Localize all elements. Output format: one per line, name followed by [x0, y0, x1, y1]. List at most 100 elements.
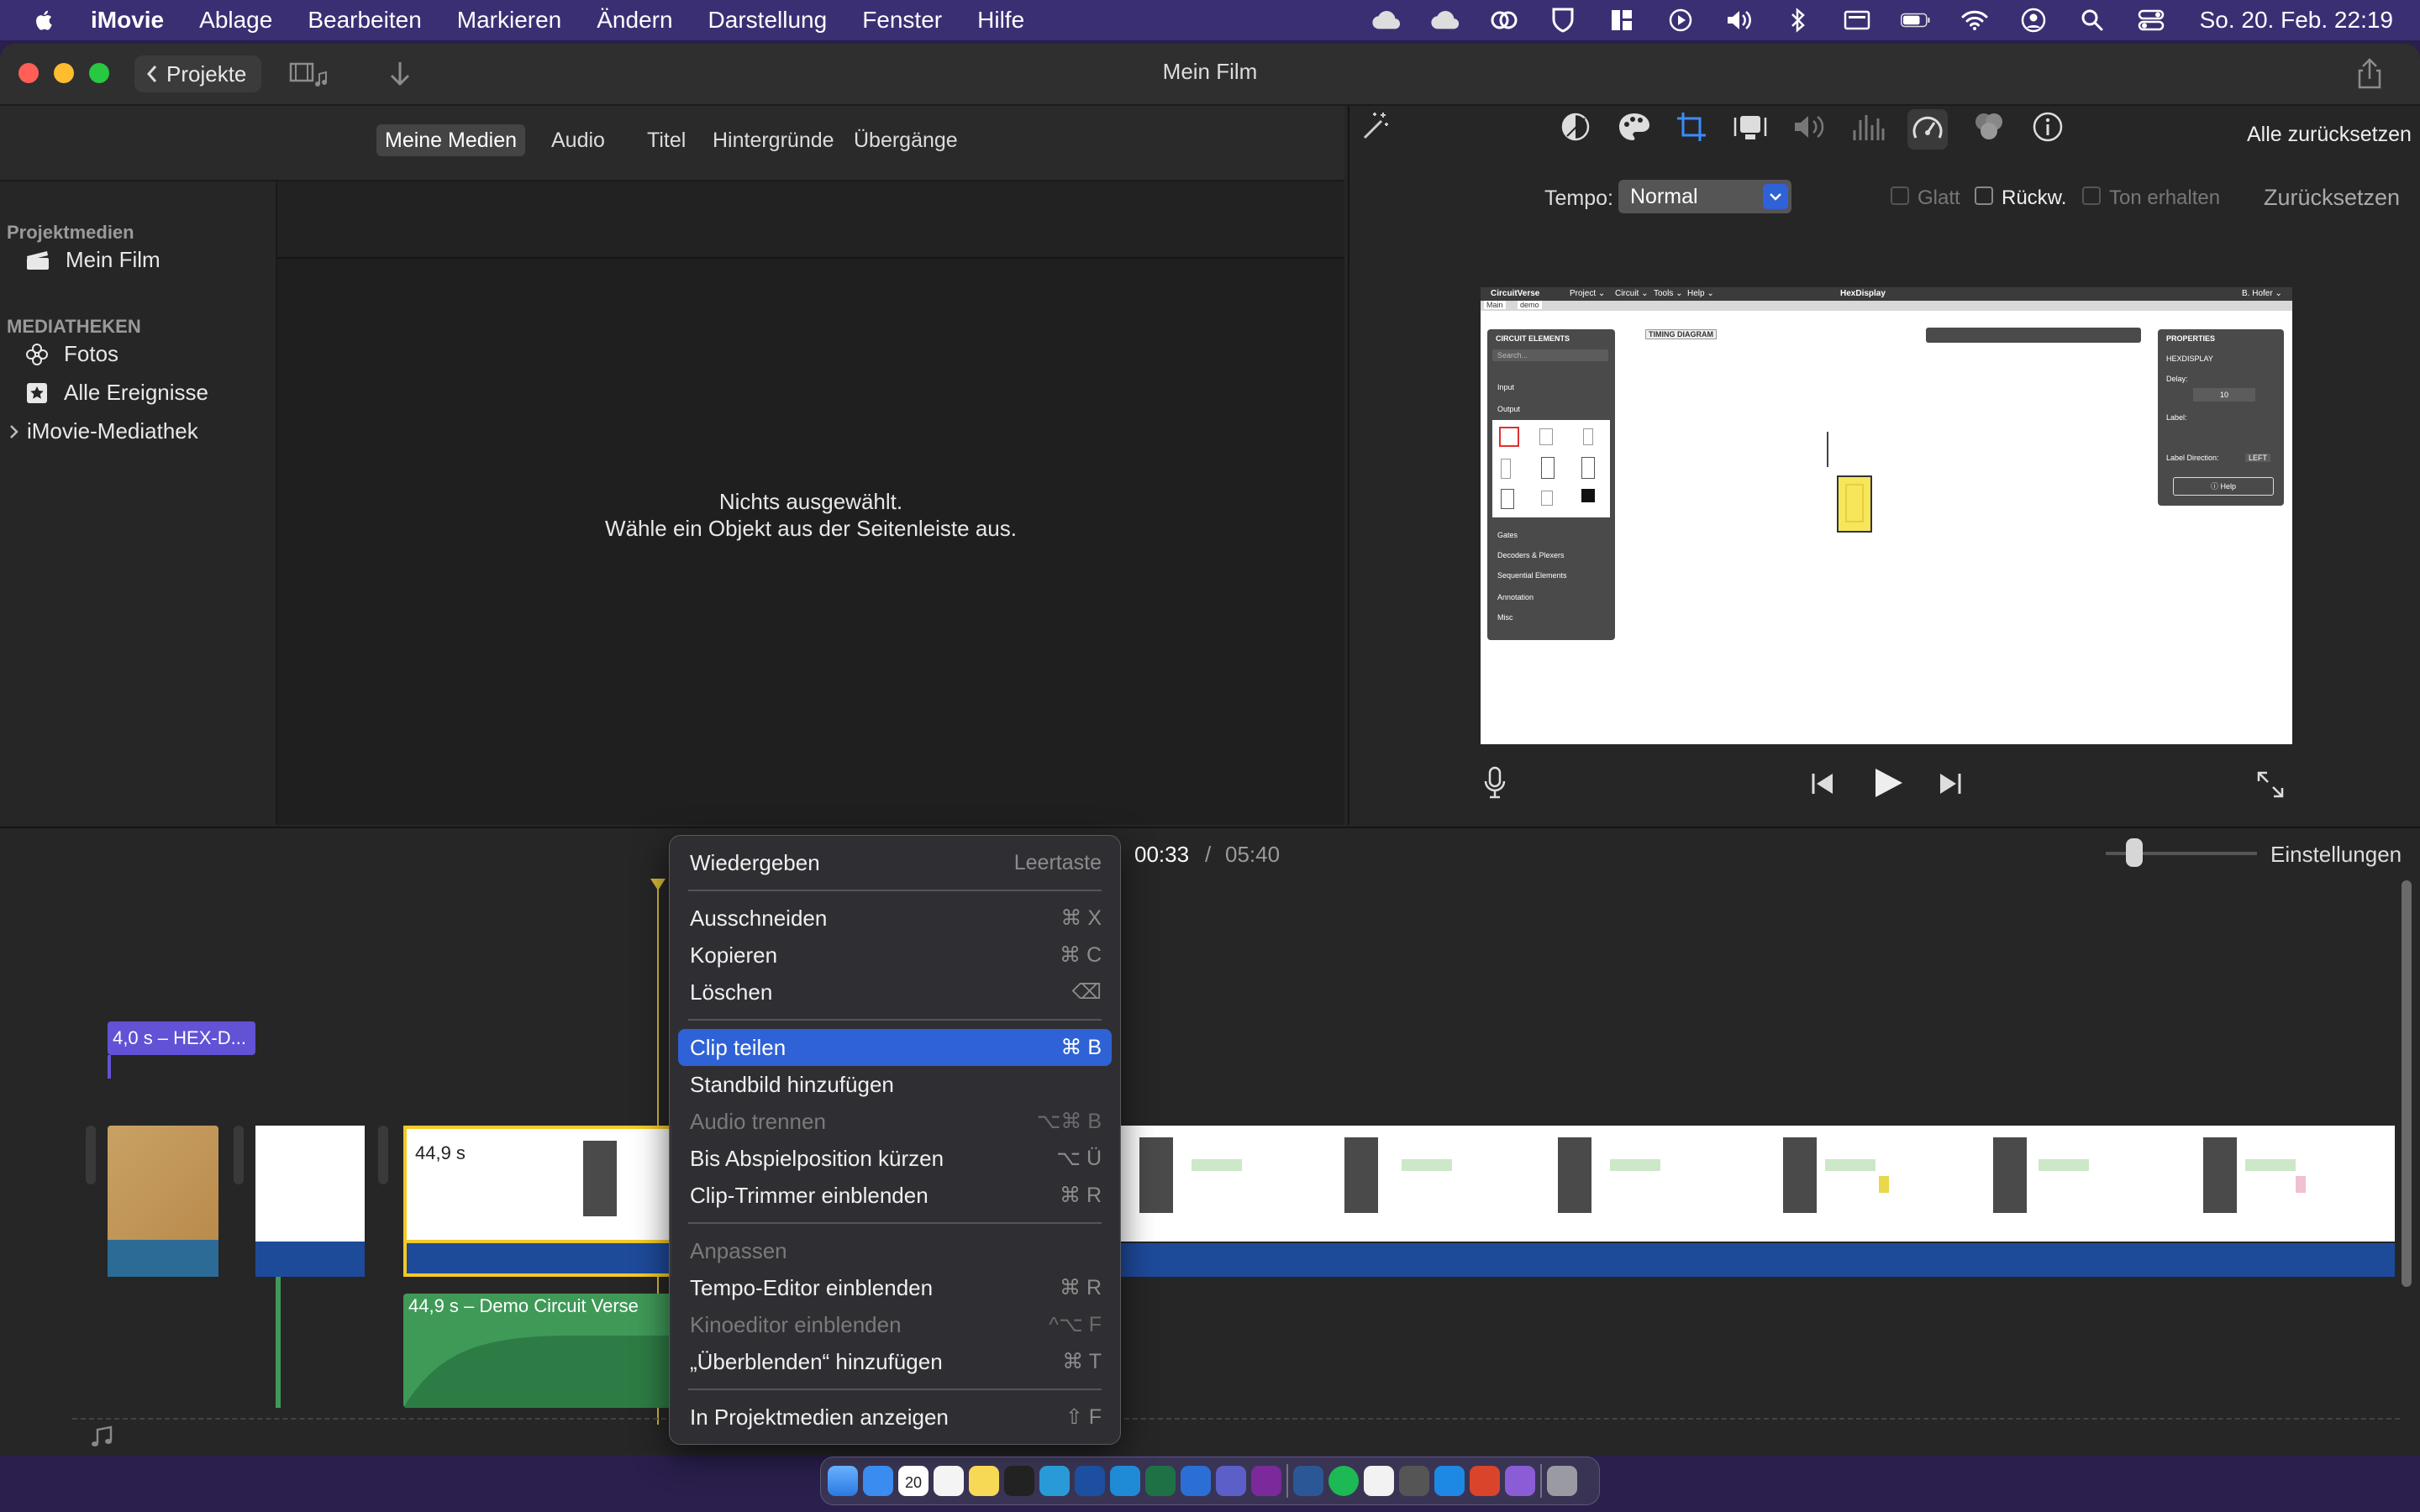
menu-item-show-clip-trimmer[interactable]: Clip-Trimmer einblenden ⌘ R [678, 1177, 1112, 1214]
safari-icon[interactable] [1434, 1466, 1465, 1496]
stabilization-camera-icon[interactable] [1733, 109, 1768, 144]
spotify-icon[interactable] [1328, 1466, 1359, 1496]
menu-bearbeiten[interactable]: Bearbeiten [308, 7, 421, 34]
menu-item-play[interactable]: Wiedergeben Leertaste [678, 844, 1112, 881]
reset-speed-button[interactable]: Zurücksetzen [2264, 185, 2400, 211]
viewer-preview[interactable]: CircuitVerse Project ⌄ Circuit ⌄ Tools ⌄… [1481, 287, 2292, 744]
skip-back-icon[interactable] [1810, 771, 1835, 796]
play-icon[interactable] [1870, 766, 1904, 800]
trash-icon[interactable] [1547, 1466, 1577, 1496]
menu-item-show-speed-editor[interactable]: Tempo-Editor einblenden ⌘ R [678, 1269, 1112, 1306]
tab-audio[interactable]: Audio [543, 124, 613, 156]
menu-markieren[interactable]: Markieren [457, 7, 561, 34]
chevron-right-icon[interactable] [8, 423, 20, 440]
reverse-checkbox[interactable] [1975, 186, 1993, 205]
crop-icon[interactable] [1674, 109, 1709, 144]
timeline-settings-button[interactable]: Einstellungen [2270, 842, 2402, 868]
reset-all-button[interactable]: Alle zurücksetzen [2247, 123, 2412, 147]
audio-clip[interactable]: 44,9 s – Demo Circuit Verse [403, 1294, 672, 1408]
menu-fenster[interactable]: Fenster [862, 7, 942, 34]
zoom-slider-thumb[interactable] [2126, 838, 2143, 867]
video-clip[interactable] [108, 1126, 218, 1247]
equalizer-icon[interactable] [1850, 109, 1886, 144]
menu-item-copy[interactable]: Kopieren ⌘ C [678, 937, 1112, 974]
vscode-icon[interactable] [1110, 1466, 1140, 1496]
tab-meine-medien[interactable]: Meine Medien [376, 124, 526, 156]
color-balance-icon[interactable] [1558, 109, 1593, 144]
display-icon[interactable] [1842, 5, 1872, 35]
menu-hilfe[interactable]: Hilfe [977, 7, 1024, 34]
color-palette-icon[interactable] [1617, 109, 1652, 144]
menu-aendern[interactable]: Ändern [597, 7, 672, 34]
cloud-icon[interactable] [1371, 5, 1402, 35]
sidebar-item-alle-ereignisse[interactable]: Alle Ereignisse [25, 380, 208, 406]
notes-icon[interactable] [969, 1466, 999, 1496]
play-circle-icon[interactable] [1665, 5, 1696, 35]
control-center-icon[interactable] [2136, 5, 2166, 35]
bitwarden-icon[interactable] [1548, 5, 1578, 35]
transition-marker[interactable] [378, 1126, 388, 1184]
creative-cloud-icon[interactable] [1489, 5, 1519, 35]
music-well[interactable] [72, 1418, 2400, 1455]
share-icon[interactable] [2353, 57, 2386, 91]
fullscreen-icon[interactable] [2255, 769, 2286, 800]
todo-icon[interactable] [1181, 1466, 1211, 1496]
magic-wand-icon[interactable] [1356, 109, 1392, 144]
bluetooth-icon[interactable] [1783, 5, 1813, 35]
calendar-icon[interactable]: 20 [898, 1466, 929, 1496]
textedit-icon[interactable] [1364, 1466, 1394, 1496]
teams-icon[interactable] [1216, 1466, 1246, 1496]
menu-item-add-freeze-frame[interactable]: Standbild hinzufügen [678, 1066, 1112, 1103]
selected-video-clip[interactable]: 44,9 s [403, 1126, 672, 1243]
volume-icon[interactable] [1724, 5, 1754, 35]
playhead-handle[interactable] [650, 879, 666, 890]
battery-icon[interactable] [1900, 5, 1931, 35]
reminders-icon[interactable] [934, 1466, 964, 1496]
menu-item-show-cinematic-editor[interactable]: Kinoeditor einblenden ^⌥ F [678, 1306, 1112, 1343]
preserve-pitch-checkbox[interactable] [2082, 186, 2101, 205]
transition-marker[interactable] [86, 1126, 96, 1184]
edge-icon[interactable] [1039, 1466, 1070, 1496]
menu-item-adjust[interactable]: Anpassen [678, 1232, 1112, 1269]
menu-item-split-clip[interactable]: Clip teilen ⌘ B [678, 1029, 1112, 1066]
menu-item-trim-to-playhead[interactable]: Bis Abspielposition kürzen ⌥ Ü [678, 1140, 1112, 1177]
vertical-scrollbar[interactable] [2402, 880, 2412, 1287]
bitwarden-app-icon[interactable] [1075, 1466, 1105, 1496]
volume-tool-icon[interactable] [1791, 109, 1827, 144]
menubar-clock[interactable]: So. 20. Feb. 22:19 [2200, 7, 2393, 34]
sidebar-item-fotos[interactable]: Fotos [25, 341, 118, 367]
menu-darstellung[interactable]: Darstellung [708, 7, 828, 34]
powerpoint-icon[interactable] [1470, 1466, 1500, 1496]
speed-gauge-icon[interactable] [1907, 109, 1948, 150]
excel-icon[interactable] [1145, 1466, 1176, 1496]
video-clip[interactable] [1119, 1126, 2395, 1242]
tab-uebergaenge[interactable]: Übergänge [845, 124, 966, 156]
mail-icon[interactable] [863, 1466, 893, 1496]
tab-hintergruende[interactable]: Hintergründe [704, 124, 843, 156]
video-clip[interactable] [255, 1126, 365, 1242]
menu-item-reveal-in-project-media[interactable]: In Projektmedien anzeigen ⇧ F [678, 1399, 1112, 1436]
terminal-icon[interactable] [1004, 1466, 1034, 1496]
transition-marker[interactable] [234, 1126, 244, 1184]
layout-icon[interactable] [1607, 5, 1637, 35]
skip-forward-icon[interactable] [1938, 771, 1963, 796]
tab-titel[interactable]: Titel [639, 124, 694, 156]
menu-app-name[interactable]: iMovie [91, 7, 164, 34]
smooth-checkbox[interactable] [1891, 186, 1909, 205]
speed-select[interactable]: Normal [1618, 180, 1791, 213]
microphone-icon[interactable] [1482, 766, 1507, 800]
user-icon[interactable] [2018, 5, 2049, 35]
onenote-icon[interactable] [1251, 1466, 1281, 1496]
app-store-star-icon[interactable] [1505, 1466, 1535, 1496]
menu-item-detach-audio[interactable]: Audio trennen ⌥⌘ B [678, 1103, 1112, 1140]
menu-ablage[interactable]: Ablage [199, 7, 272, 34]
spotlight-search-icon[interactable] [2077, 5, 2107, 35]
apple-logo-icon[interactable] [32, 8, 57, 33]
finder-icon[interactable] [828, 1466, 858, 1496]
imovie-app-icon[interactable] [1399, 1466, 1429, 1496]
clip-filter-icon[interactable] [1971, 109, 2007, 144]
sidebar-item-mein-film[interactable]: Mein Film [25, 247, 160, 273]
sidebar-item-imovie-mediathek[interactable]: iMovie-Mediathek [8, 418, 198, 444]
cloud-icon[interactable] [1430, 5, 1460, 35]
word-icon[interactable] [1293, 1466, 1323, 1496]
